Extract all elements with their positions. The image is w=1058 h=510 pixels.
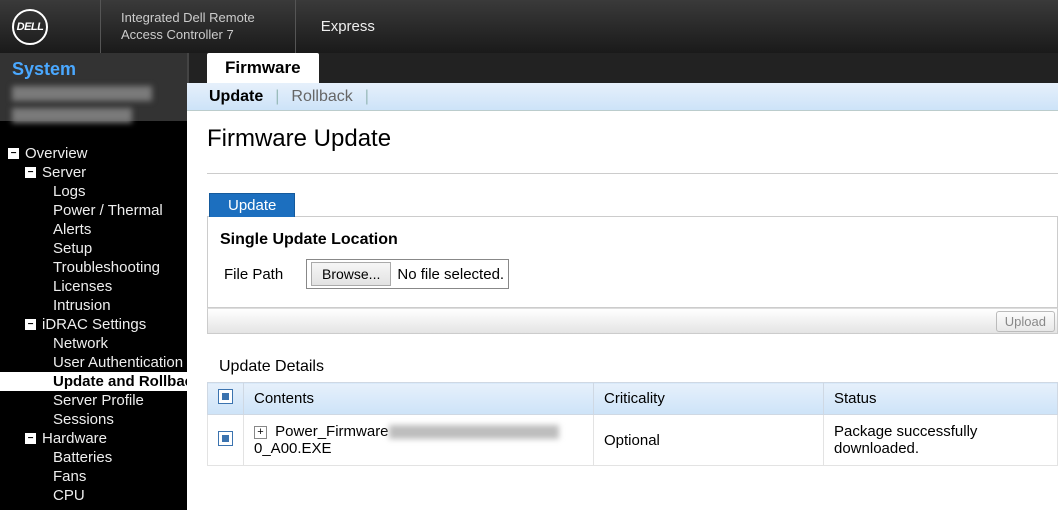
cell-status: Package successfully downloaded. bbox=[824, 415, 1058, 466]
nav-label: Hardware bbox=[42, 430, 187, 447]
col-header-select[interactable] bbox=[208, 383, 244, 415]
divider bbox=[207, 173, 1058, 174]
nav-label: Sessions bbox=[53, 411, 187, 428]
filename-prefix: Power_Firmware bbox=[275, 423, 388, 440]
cell-contents: + Power_Firmware 0_A00.EXE bbox=[244, 415, 594, 466]
nav-item-overview[interactable]: −Overview bbox=[0, 144, 187, 163]
collapse-icon[interactable]: − bbox=[25, 433, 36, 444]
panel-footer: Upload bbox=[207, 308, 1058, 334]
col-header-status: Status bbox=[824, 383, 1058, 415]
file-status-text: No file selected. bbox=[397, 266, 504, 283]
nav-item-cpu[interactable]: CPU bbox=[0, 486, 187, 505]
nav-label: Troubleshooting bbox=[53, 259, 187, 276]
subtab-rollback[interactable]: Rollback bbox=[291, 88, 352, 106]
nav-item-network[interactable]: Network bbox=[0, 334, 187, 353]
nav-label: Alerts bbox=[53, 221, 187, 238]
upload-panel: Single Update Location File Path Browse.… bbox=[207, 216, 1058, 308]
collapse-icon[interactable]: − bbox=[25, 167, 36, 178]
sidebar-header: System bbox=[0, 53, 187, 84]
nav-label: Overview bbox=[25, 145, 187, 162]
nav-label: Intrusion bbox=[53, 297, 187, 314]
details-heading: Update Details bbox=[219, 358, 1058, 376]
brand-logo: DELL bbox=[0, 9, 60, 45]
nav-item-server[interactable]: −Server bbox=[0, 163, 187, 182]
sidebar: System −Overview−ServerLogsPower / Therm… bbox=[0, 53, 187, 510]
subtab-divider: | bbox=[275, 88, 279, 106]
nav-label: CPU bbox=[53, 487, 187, 504]
nav-label: Fans bbox=[53, 468, 187, 485]
nav-item-idrac-settings[interactable]: −iDRAC Settings bbox=[0, 315, 187, 334]
nav-item-server-profile[interactable]: Server Profile bbox=[0, 391, 187, 410]
update-details-table: Contents Criticality Status + Power_Firm… bbox=[207, 382, 1058, 466]
nav-label: Power / Thermal bbox=[53, 202, 187, 219]
file-path-label: File Path bbox=[220, 266, 306, 283]
col-header-criticality: Criticality bbox=[594, 383, 824, 415]
nav-label: Update and Rollback bbox=[53, 373, 187, 390]
nav-label: Licenses bbox=[53, 278, 187, 295]
table-row: + Power_Firmware 0_A00.EXE Optional Pack… bbox=[208, 415, 1058, 466]
nav-item-user-authentication[interactable]: User Authentication bbox=[0, 353, 187, 372]
nav-item-licenses[interactable]: Licenses bbox=[0, 277, 187, 296]
product-title: Integrated Dell Remote Access Controller… bbox=[121, 0, 296, 53]
nav-label: Logs bbox=[53, 183, 187, 200]
nav-label: iDRAC Settings bbox=[42, 316, 187, 333]
subtab-divider: | bbox=[365, 88, 369, 106]
nav-item-fans[interactable]: Fans bbox=[0, 467, 187, 486]
header-divider bbox=[100, 0, 101, 53]
panel-title: Single Update Location bbox=[220, 231, 1039, 249]
expand-icon[interactable]: + bbox=[254, 426, 267, 439]
nav-item-sessions[interactable]: Sessions bbox=[0, 410, 187, 429]
subtab-update[interactable]: Update bbox=[209, 88, 263, 106]
nav-item-troubleshooting[interactable]: Troubleshooting bbox=[0, 258, 187, 277]
nav-item-setup[interactable]: Setup bbox=[0, 239, 187, 258]
dell-logo-icon: DELL bbox=[12, 9, 48, 45]
nav-label: Setup bbox=[53, 240, 187, 257]
filename-redacted bbox=[389, 425, 559, 439]
nav-label: Batteries bbox=[53, 449, 187, 466]
cell-criticality: Optional bbox=[594, 415, 824, 466]
nav-item-batteries[interactable]: Batteries bbox=[0, 448, 187, 467]
nav-item-intrusion[interactable]: Intrusion bbox=[0, 296, 187, 315]
nav-label: Server Profile bbox=[53, 392, 187, 409]
nav-item-hardware[interactable]: −Hardware bbox=[0, 429, 187, 448]
nav-item-logs[interactable]: Logs bbox=[0, 182, 187, 201]
collapse-icon[interactable]: − bbox=[8, 148, 19, 159]
nav-label: Network bbox=[53, 335, 187, 352]
top-header: DELL Integrated Dell Remote Access Contr… bbox=[0, 0, 1058, 53]
secondary-tab-row: Update | Rollback | bbox=[187, 83, 1058, 111]
nav-label: Server bbox=[42, 164, 187, 181]
browse-button[interactable]: Browse... bbox=[311, 262, 391, 286]
nav-tree: −Overview−ServerLogsPower / ThermalAlert… bbox=[0, 134, 187, 505]
product-title-line2: Access Controller 7 bbox=[121, 27, 255, 43]
file-input-widget[interactable]: Browse... No file selected. bbox=[306, 259, 509, 289]
filename-suffix: 0_A00.EXE bbox=[254, 440, 332, 457]
sidebar-subtitle bbox=[0, 84, 187, 134]
sidebar-title: System bbox=[12, 59, 187, 80]
nav-label: User Authentication bbox=[53, 354, 187, 371]
product-title-line1: Integrated Dell Remote bbox=[121, 10, 255, 26]
main-content: Firmware Update | Rollback | Firmware Up… bbox=[187, 53, 1058, 510]
col-header-contents: Contents bbox=[244, 383, 594, 415]
select-all-checkbox[interactable] bbox=[218, 389, 233, 404]
section-tab-update[interactable]: Update bbox=[209, 193, 295, 217]
edition-label: Express bbox=[296, 18, 375, 35]
upload-button[interactable]: Upload bbox=[996, 311, 1055, 332]
row-checkbox[interactable] bbox=[218, 431, 233, 446]
primary-tab-row: Firmware bbox=[187, 53, 1058, 83]
page-title: Firmware Update bbox=[207, 125, 1058, 153]
collapse-icon[interactable]: − bbox=[25, 319, 36, 330]
tab-firmware[interactable]: Firmware bbox=[207, 53, 319, 83]
nav-item-alerts[interactable]: Alerts bbox=[0, 220, 187, 239]
nav-item-power-thermal[interactable]: Power / Thermal bbox=[0, 201, 187, 220]
nav-item-update-and-rollback[interactable]: Update and Rollback bbox=[0, 372, 187, 391]
